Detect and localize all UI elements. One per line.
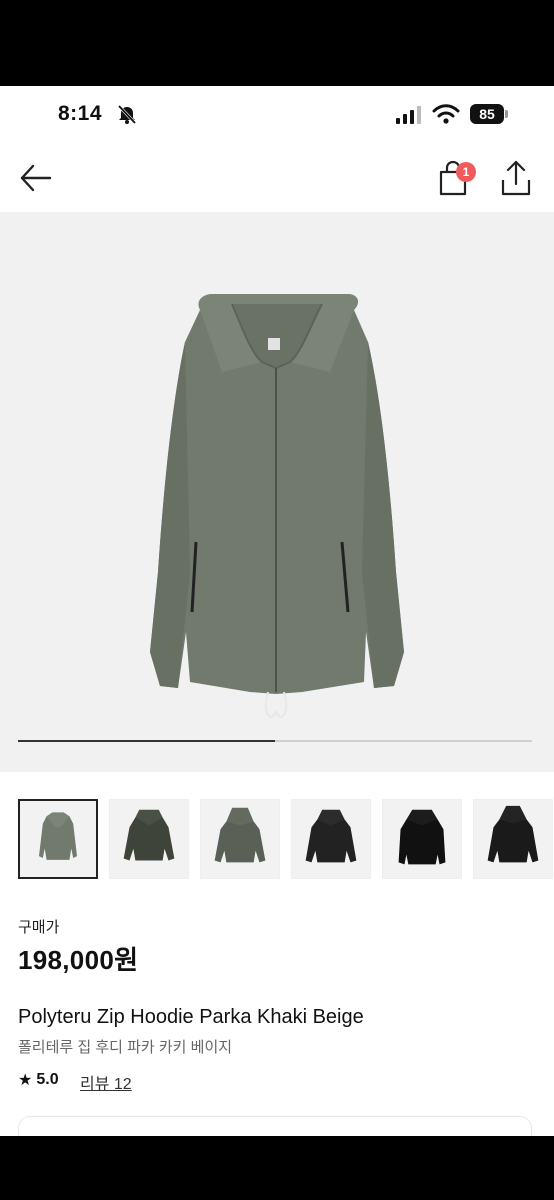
thumbnail-strip — [18, 799, 554, 881]
status-bar: 8:14 85 — [0, 86, 554, 144]
thumbnail-6[interactable] — [473, 799, 553, 879]
back-arrow-icon[interactable] — [16, 160, 56, 196]
wifi-icon — [432, 104, 460, 124]
rating-value: 5.0 — [36, 1071, 59, 1088]
thumbnail-2[interactable] — [109, 799, 189, 879]
carousel-progress-track — [18, 740, 532, 742]
star-icon: ★ — [18, 1072, 33, 1089]
carousel-progress-fill — [18, 740, 275, 742]
top-letterbox — [0, 0, 554, 86]
price-label: 구매가 — [18, 919, 60, 936]
jacket-thumbnail-olive — [123, 809, 175, 861]
thumbnail-5[interactable] — [382, 799, 462, 879]
product-jacket-image — [150, 294, 404, 718]
shopping-bag-button[interactable]: 1 — [436, 158, 478, 198]
product-title-korean: 폴리테루 집 후디 파카 카키 베이지 — [18, 1039, 233, 1056]
battery-level: 85 — [470, 104, 504, 124]
jacket-thumbnail-black-front — [398, 809, 446, 865]
jacket-thumbnail-black — [305, 809, 357, 863]
battery-indicator: 85 — [470, 104, 510, 124]
thumbnail-3[interactable] — [200, 799, 280, 879]
jacket-thumbnail-black-back — [487, 805, 539, 863]
top-nav: 1 — [0, 144, 554, 212]
jacket-thumbnail-back — [214, 807, 266, 863]
status-time: 8:14 — [58, 102, 103, 125]
battery-tip — [505, 110, 508, 118]
bell-muted-icon — [117, 104, 137, 125]
share-icon[interactable] — [496, 158, 536, 198]
app-screen: 8:14 85 1 구매가 198,000원 Polyteru Zip Hood… — [0, 86, 554, 1136]
info-card — [18, 1116, 532, 1136]
review-link[interactable]: 리뷰 12 — [80, 1070, 132, 1094]
rating: ★ 5.0 — [18, 1070, 59, 1090]
product-image-carousel[interactable] — [0, 212, 554, 772]
cart-count-badge: 1 — [456, 162, 476, 182]
thumbnail-1[interactable] — [18, 799, 98, 879]
product-price: 198,000원 — [18, 945, 139, 975]
signal-icon — [396, 106, 421, 124]
thumbnail-4[interactable] — [291, 799, 371, 879]
jacket-thumbnail-khaki — [39, 812, 77, 860]
bottom-letterbox — [0, 1136, 554, 1200]
product-title-english: Polyteru Zip Hoodie Parka Khaki Beige — [18, 1006, 364, 1028]
